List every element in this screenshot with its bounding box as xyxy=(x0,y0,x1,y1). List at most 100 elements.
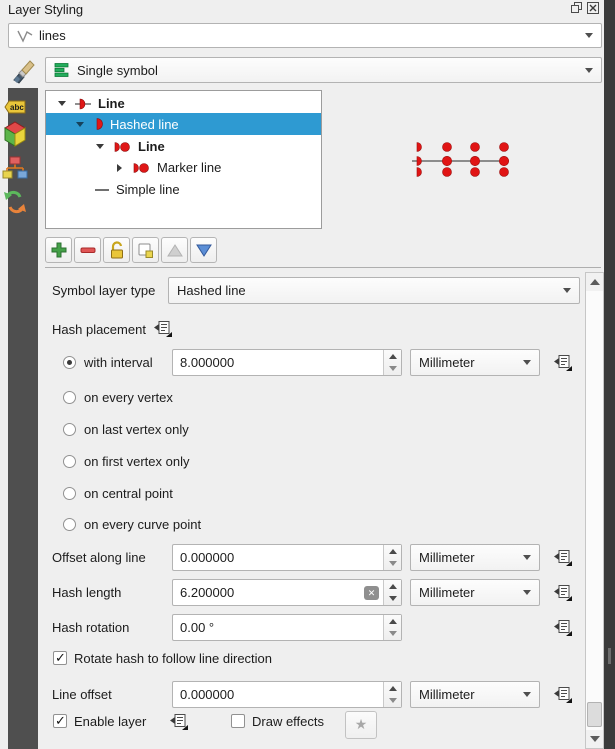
hash-rotation-data-defined-button[interactable] xyxy=(550,617,576,639)
spin-up-button[interactable] xyxy=(384,350,401,363)
tree-row-simple-line[interactable]: Simple line xyxy=(46,179,321,200)
cube-3d-icon xyxy=(2,120,28,148)
symbol-layer-type-value: Hashed line xyxy=(177,283,246,298)
radio-on-first-vertex[interactable] xyxy=(63,455,76,468)
hash-length-input[interactable]: 6.200000 ✕ xyxy=(172,579,402,606)
scroll-down-button[interactable] xyxy=(586,730,603,748)
line-offset-input[interactable]: 0.000000 xyxy=(172,681,402,708)
move-down-button[interactable] xyxy=(190,237,217,263)
spin-down-button[interactable] xyxy=(384,558,401,571)
radio-on-last-vertex-label: on last vertex only xyxy=(84,416,189,443)
interval-unit-combo[interactable]: Millimeter xyxy=(410,349,540,376)
tree-row-hashed-line[interactable]: Hashed line xyxy=(46,113,321,135)
paintbrush-icon xyxy=(10,58,36,84)
divider xyxy=(45,267,601,268)
enable-layer-checkbox[interactable] xyxy=(53,714,67,728)
rotate-hash-checkbox[interactable] xyxy=(53,651,67,665)
spin-up-button[interactable] xyxy=(384,545,401,558)
history-arrows-icon xyxy=(2,189,28,215)
radio-on-every-curve-point-label: on every curve point xyxy=(84,511,201,538)
offset-along-line-input[interactable]: 0.000000 xyxy=(172,544,402,571)
expand-arrow-icon[interactable] xyxy=(96,144,104,149)
scrollbar-thumb[interactable] xyxy=(587,702,602,727)
hash-rotation-input[interactable]: 0.00 ° xyxy=(172,614,402,641)
rotate-hash-label: Rotate hash to follow line direction xyxy=(74,645,272,672)
window-edge xyxy=(604,0,615,749)
layer-selector-value: lines xyxy=(39,28,66,43)
single-symbol-icon xyxy=(54,62,70,78)
chevron-down-icon xyxy=(563,288,571,293)
symbol-layer-type-combo[interactable]: Hashed line xyxy=(168,277,580,304)
remove-symbol-layer-button[interactable] xyxy=(74,237,101,263)
spin-up-button[interactable] xyxy=(384,682,401,695)
line-offset-unit-combo[interactable]: Millimeter xyxy=(410,681,540,708)
interval-unit-value: Millimeter xyxy=(419,355,475,370)
expand-arrow-icon[interactable] xyxy=(58,101,66,106)
tree-row-line-sub[interactable]: Line xyxy=(46,136,321,157)
labels-icon: abc xyxy=(3,96,27,118)
sidebar-item-diagrams[interactable] xyxy=(0,152,30,184)
symbol-layer-tree: Line Hashed line Line Marker line Simple… xyxy=(45,90,322,229)
spin-down-button[interactable] xyxy=(384,363,401,376)
panel-title: Layer Styling xyxy=(8,2,83,17)
hash-length-value: 6.200000 xyxy=(173,585,383,600)
close-panel-button[interactable] xyxy=(586,2,600,16)
add-symbol-layer-button[interactable] xyxy=(45,237,72,263)
spin-up-button[interactable] xyxy=(384,615,401,628)
offset-along-line-data-defined-button[interactable] xyxy=(550,547,576,569)
duplicate-layer-button[interactable] xyxy=(132,237,159,263)
draw-effects-checkbox[interactable] xyxy=(231,714,245,728)
chevron-down-icon xyxy=(523,360,531,365)
sidebar-item-history[interactable] xyxy=(0,186,30,218)
scroll-up-button[interactable] xyxy=(586,273,603,291)
tree-row-marker-line[interactable]: Marker line xyxy=(46,157,321,178)
sidebar-item-3d-view[interactable] xyxy=(0,118,30,150)
line-offset-value: 0.000000 xyxy=(173,687,383,702)
plus-icon xyxy=(51,242,67,258)
spin-up-button[interactable] xyxy=(384,580,401,593)
line-offset-data-defined-button[interactable] xyxy=(550,684,576,706)
clear-value-icon[interactable]: ✕ xyxy=(364,586,379,600)
hash-length-unit-combo[interactable]: Millimeter xyxy=(410,579,540,606)
form-scrollbar[interactable] xyxy=(585,272,604,749)
radio-on-central-point[interactable] xyxy=(63,487,76,500)
expand-arrow-icon[interactable] xyxy=(76,122,84,127)
collapse-arrow-icon[interactable] xyxy=(117,164,122,172)
tree-row-line-root[interactable]: Line xyxy=(46,93,321,114)
radio-on-every-vertex[interactable] xyxy=(63,391,76,404)
renderer-selector[interactable]: Single symbol xyxy=(45,57,602,83)
offset-along-line-label: Offset along line xyxy=(52,544,146,571)
line-layer-icon xyxy=(17,28,33,43)
layer-selector[interactable]: lines xyxy=(8,23,602,48)
customize-effects-button[interactable]: ★ xyxy=(345,711,377,739)
interval-data-defined-button[interactable] xyxy=(550,352,576,374)
open-lock-icon xyxy=(108,241,125,259)
line-offset-unit-value: Millimeter xyxy=(419,687,475,702)
float-panel-button[interactable] xyxy=(570,2,584,16)
simple-line-symbol-icon xyxy=(94,183,110,197)
spin-down-button[interactable] xyxy=(384,593,401,606)
tree-row-label: Marker line xyxy=(157,160,221,175)
radio-on-every-curve-point[interactable] xyxy=(63,518,76,531)
hash-placement-data-defined-button[interactable] xyxy=(150,318,176,340)
duplicate-icon xyxy=(137,242,154,259)
spin-down-button[interactable] xyxy=(384,628,401,641)
tree-row-label: Line xyxy=(138,139,165,154)
offset-along-line-unit-combo[interactable]: Millimeter xyxy=(410,544,540,571)
enable-layer-data-defined-button[interactable] xyxy=(166,711,192,733)
hash-placement-label: Hash placement xyxy=(52,316,146,343)
splitter-grip[interactable] xyxy=(608,648,611,664)
star-icon: ★ xyxy=(355,716,368,732)
tree-row-label: Hashed line xyxy=(110,117,179,132)
interval-input[interactable]: 8.000000 xyxy=(172,349,402,376)
radio-on-last-vertex[interactable] xyxy=(63,423,76,436)
chevron-down-icon xyxy=(523,692,531,697)
move-up-button[interactable] xyxy=(161,237,188,263)
symbology-tab-icon[interactable] xyxy=(10,58,36,87)
close-icon xyxy=(587,2,599,17)
hash-length-data-defined-button[interactable] xyxy=(550,582,576,604)
tree-row-label: Simple line xyxy=(116,182,180,197)
spin-down-button[interactable] xyxy=(384,695,401,708)
lock-color-button[interactable] xyxy=(103,237,130,263)
radio-with-interval[interactable] xyxy=(63,356,76,369)
